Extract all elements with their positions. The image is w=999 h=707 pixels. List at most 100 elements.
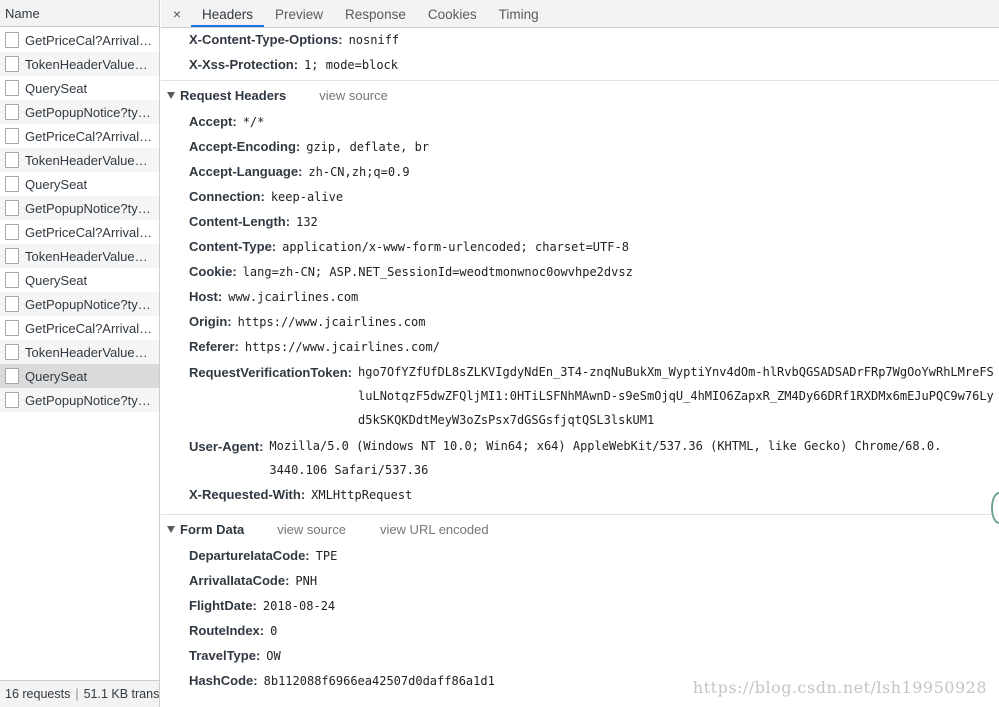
header-value: keep-alive (270, 190, 344, 204)
header-key: X-Xss-Protection: (189, 57, 299, 72)
watermark-text: https://blog.csdn.net/lsh19950928 (692, 678, 987, 697)
header-key: HashCode: (189, 673, 258, 688)
header-key: X-Content-Type-Options: (189, 32, 343, 47)
request-name: GetPriceCal?ArrivalIataCode=PNH (25, 224, 153, 240)
header-value: TPE (315, 549, 338, 563)
header-key: Host: (189, 289, 223, 304)
request-list-item[interactable]: QuerySeat (0, 364, 159, 388)
request-list-item[interactable]: TokenHeaderValue?_=1535 (0, 52, 159, 76)
header-value: 8b112088f6966ea42507d0daff86a1d1 (263, 674, 495, 688)
request-list-item[interactable]: GetPriceCal?ArrivalIataCode=PNH (0, 124, 159, 148)
header-key: DepartureIataCode: (189, 548, 310, 563)
status-summary: 16 requests | 51.1 KB transferred (0, 680, 159, 707)
header-row: Cookie: lang=zh-CN; ASP.NET_SessionId=weo… (161, 260, 999, 285)
view-source-link[interactable]: view source (319, 88, 388, 103)
header-value: */* (242, 115, 265, 129)
header-row: Content-Length: 132 (161, 210, 999, 235)
header-value: 132 (296, 215, 318, 229)
file-icon (5, 224, 19, 240)
header-row: Content-Type: application/x-www-form-urle… (161, 235, 999, 260)
tab-response[interactable]: Response (334, 0, 417, 27)
tab-timing[interactable]: Timing (488, 0, 550, 27)
close-icon[interactable]: × (169, 0, 185, 27)
request-list-item[interactable]: GetPopupNotice?type=1 (0, 292, 159, 316)
request-name: GetPopupNotice?type=1 (25, 296, 153, 312)
header-row: Host: www.jcairlines.com (161, 285, 999, 310)
request-headers-title[interactable]: Request Headers (180, 88, 286, 103)
header-row-user-agent: User-Agent: Mozilla/5.0 (Windows NT 10.0… (161, 434, 999, 483)
name-column-header[interactable]: Name (0, 0, 159, 27)
header-value: hgo7OfYZfUfDL8sZLKVIgdyNdEn_3T4-znqNuBuk… (358, 365, 994, 427)
tab-cookies[interactable]: Cookies (417, 0, 488, 27)
file-icon (5, 104, 19, 120)
header-row: TravelType: OW (161, 644, 999, 669)
request-list-item[interactable]: GetPriceCal?ArrivalIataCode=PNH (0, 220, 159, 244)
file-icon (5, 80, 19, 96)
header-value: application/x-www-form-urlencoded; chars… (282, 240, 629, 254)
header-key: Content-Length: (189, 214, 291, 229)
header-key: FlightDate: (189, 598, 257, 613)
headers-panel: X-Content-Type-Options: nosniff X-Xss-Pr… (161, 28, 999, 707)
collapse-triangle-icon[interactable] (167, 526, 175, 533)
request-name: TokenHeaderValue?_=1535 (25, 152, 153, 168)
request-list-item[interactable]: TokenHeaderValue?_=1535 (0, 244, 159, 268)
request-name: TokenHeaderValue?_=1535 (25, 344, 153, 360)
form-data-section[interactable]: Form Data view source view URL encoded (161, 514, 999, 544)
request-headers-section[interactable]: Request Headers view source (161, 80, 999, 110)
header-row: ArrivalIataCode: PNH (161, 569, 999, 594)
header-row: Accept-Language: zh-CN,zh;q=0.9 (161, 160, 999, 185)
header-value: www.jcairlines.com (228, 290, 359, 304)
header-row: X-Content-Type-Options: nosniff (161, 28, 999, 53)
file-icon (5, 344, 19, 360)
file-icon (5, 320, 19, 336)
request-list-pane: Name GetPriceCal?ArrivalIataCode=PNH Toke… (0, 0, 160, 707)
request-list-item[interactable]: QuerySeat (0, 268, 159, 292)
header-value: lang=zh-CN; ASP.NET_SessionId=weodtmonwn… (242, 265, 633, 279)
header-row-token: RequestVerificationToken: hgo7OfYZfUfDL8… (161, 360, 999, 434)
header-key: Connection: (189, 189, 265, 204)
request-name: GetPriceCal?ArrivalIataCode=PNH (25, 128, 153, 144)
file-icon (5, 392, 19, 408)
header-value: OW (266, 649, 281, 663)
header-key: RouteIndex: (189, 623, 265, 638)
request-list-item[interactable]: TokenHeaderValue?_=1535 (0, 340, 159, 364)
header-key: ArrivalIataCode: (189, 573, 290, 588)
request-list-item[interactable]: GetPopupNotice?type=1 (0, 100, 159, 124)
header-row: RouteIndex: 0 (161, 619, 999, 644)
header-key: Accept: (189, 114, 237, 129)
header-key: Accept-Encoding: (189, 139, 301, 154)
request-list-item[interactable]: GetPriceCal?ArrivalIataCode=PNH (0, 316, 159, 340)
header-value: zh-CN,zh;q=0.9 (308, 165, 410, 179)
header-key: Cookie: (189, 264, 237, 279)
header-row: Referer: https://www.jcairlines.com/ (161, 335, 999, 360)
request-details-pane: × Headers Preview Response Cookies Timin… (161, 0, 999, 707)
request-list-item[interactable]: TokenHeaderValue?_=1535 (0, 148, 159, 172)
header-value: 1; mode=block (304, 58, 398, 72)
header-row: FlightDate: 2018-08-24 (161, 594, 999, 619)
header-key: User-Agent: (189, 439, 264, 454)
header-key: Content-Type: (189, 239, 277, 254)
tab-preview[interactable]: Preview (264, 0, 334, 27)
request-name: GetPopupNotice?type=1 (25, 200, 153, 216)
header-row: DepartureIataCode: TPE (161, 544, 999, 569)
header-row: Accept: */* (161, 110, 999, 135)
request-list-item[interactable]: QuerySeat (0, 76, 159, 100)
request-list-item[interactable]: QuerySeat (0, 172, 159, 196)
header-value: gzip, deflate, br (306, 140, 430, 154)
collapse-triangle-icon[interactable] (167, 92, 175, 99)
tab-headers[interactable]: Headers (191, 0, 265, 27)
request-list-item[interactable]: GetPriceCal?ArrivalIataCode=PNH (0, 28, 159, 52)
request-name: QuerySeat (25, 272, 88, 288)
view-url-encoded-link[interactable]: view URL encoded (380, 522, 489, 537)
header-value: nosniff (348, 33, 400, 47)
header-value: https://www.jcairlines.com (237, 315, 426, 329)
request-list-item[interactable]: GetPopupNotice?type=1 (0, 196, 159, 220)
view-source-link[interactable]: view source (277, 522, 346, 537)
request-list-item[interactable]: GetPopupNotice?type=1 (0, 388, 159, 412)
request-headers-list: Accept: */* Accept-Encoding: gzip, deflate,… (161, 110, 999, 360)
transferred-size: 51.1 KB transferred (83, 687, 159, 701)
request-name: GetPriceCal?ArrivalIataCode=PNH (25, 32, 153, 48)
header-key: Accept-Language: (189, 164, 303, 179)
request-name: TokenHeaderValue?_=1535 (25, 248, 153, 264)
form-data-title[interactable]: Form Data (180, 522, 244, 537)
